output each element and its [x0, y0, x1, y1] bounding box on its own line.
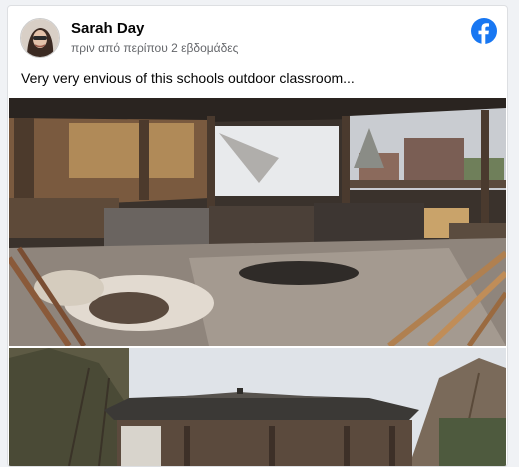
outdoor-classroom-interior-photo[interactable] — [9, 98, 506, 346]
author-avatar[interactable] — [20, 18, 60, 58]
facebook-icon[interactable] — [471, 18, 497, 44]
outdoor-classroom-exterior-photo[interactable] — [9, 348, 506, 466]
post-text: Very very envious of this schools outdoo… — [21, 70, 355, 86]
post-header: Sarah Day πριν από περίπου 2 εβδομάδες — [20, 18, 238, 58]
author-name[interactable]: Sarah Day — [71, 20, 238, 38]
post-timestamp[interactable]: πριν από περίπου 2 εβδομάδες — [71, 40, 238, 56]
facebook-post-card: Sarah Day πριν από περίπου 2 εβδομάδες V… — [7, 5, 508, 467]
post-meta: Sarah Day πριν από περίπου 2 εβδομάδες — [71, 20, 238, 56]
